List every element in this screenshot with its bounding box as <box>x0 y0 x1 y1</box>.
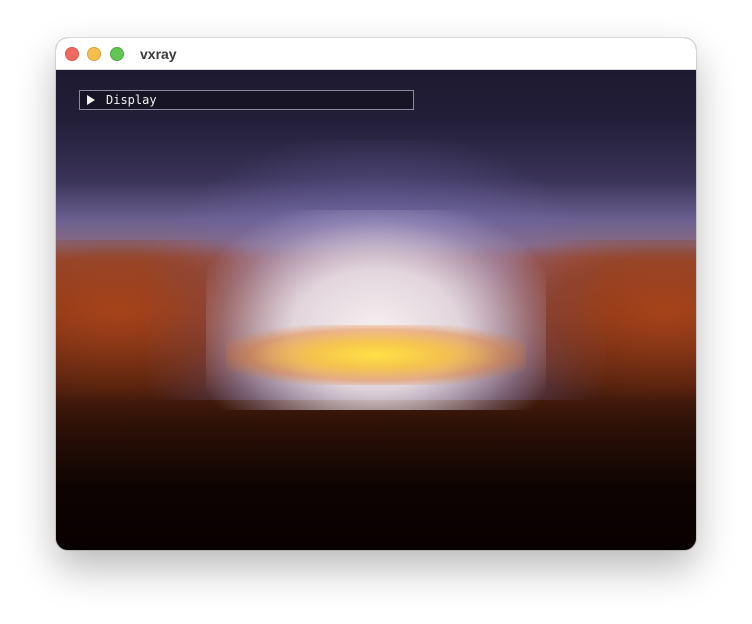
sun <box>226 325 526 385</box>
title-bar[interactable]: vxray <box>56 38 696 70</box>
sky-glow <box>146 140 606 400</box>
minimize-window-button[interactable] <box>87 47 101 61</box>
close-window-button[interactable] <box>65 47 79 61</box>
display-panel-label: Display <box>106 93 157 107</box>
sun-halo <box>206 210 546 410</box>
render-viewport[interactable]: Display <box>56 70 696 550</box>
maximize-window-button[interactable] <box>110 47 124 61</box>
display-panel-header[interactable]: Display <box>79 90 414 110</box>
app-window: vxray Display <box>56 38 696 550</box>
horizon-glow-right <box>486 240 696 400</box>
horizon-glow-left <box>56 240 296 400</box>
window-title: vxray <box>140 46 177 62</box>
triangle-right-icon[interactable] <box>87 95 95 105</box>
